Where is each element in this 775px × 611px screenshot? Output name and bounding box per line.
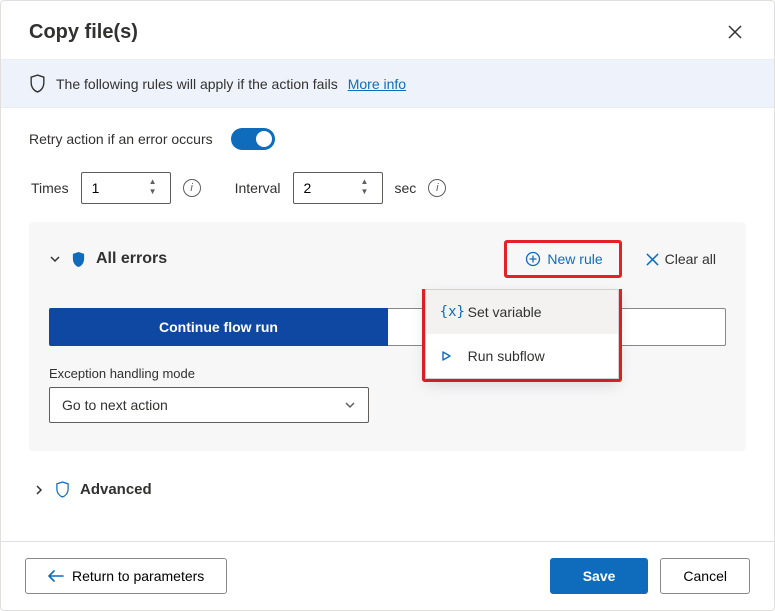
run-subflow-label: Run subflow	[468, 348, 545, 364]
play-icon	[440, 350, 458, 362]
retry-fields: Times ▲ ▼ i Interval ▲ ▼ sec i	[31, 172, 746, 204]
times-group: Times ▲ ▼ i	[31, 172, 201, 204]
all-errors-panel: All errors New rule {x}	[29, 222, 746, 451]
retry-toggle[interactable]	[231, 128, 275, 150]
info-text: The following rules will apply if the ac…	[56, 76, 338, 92]
return-label: Return to parameters	[72, 568, 204, 584]
info-banner: The following rules will apply if the ac…	[1, 59, 774, 108]
times-label: Times	[31, 180, 69, 196]
advanced-section-header[interactable]: Advanced	[33, 481, 744, 498]
chevron-right-icon	[33, 484, 45, 496]
mode-label: Exception handling mode	[49, 366, 726, 381]
save-button[interactable]: Save	[550, 558, 649, 594]
shield-outline-icon	[55, 481, 70, 498]
arrow-left-icon	[48, 570, 64, 582]
menu-item-set-variable[interactable]: {x} Set variable	[426, 290, 618, 334]
new-rule-menu-highlight: {x} Set variable Run subflow	[422, 289, 622, 382]
error-action-segmented: Continue flow run Throw error	[49, 308, 726, 346]
shield-icon	[29, 74, 46, 93]
dialog-header: Copy file(s)	[1, 1, 774, 59]
chevron-down-icon	[49, 253, 61, 265]
dialog-body: Retry action if an error occurs Times ▲ …	[1, 108, 774, 541]
set-variable-label: Set variable	[468, 304, 542, 320]
interval-label: Interval	[235, 180, 281, 196]
new-rule-label: New rule	[547, 251, 602, 267]
close-icon	[728, 25, 742, 39]
times-input[interactable]	[82, 173, 142, 203]
interval-input[interactable]	[294, 173, 354, 203]
times-spinner: ▲ ▼	[142, 178, 164, 198]
close-button[interactable]	[720, 17, 750, 47]
interval-group: Interval ▲ ▼ sec i	[235, 172, 447, 204]
retry-label: Retry action if an error occurs	[29, 131, 213, 147]
interval-down[interactable]: ▼	[354, 188, 376, 198]
times-down[interactable]: ▼	[142, 188, 164, 198]
cancel-button[interactable]: Cancel	[660, 558, 750, 594]
dialog-footer: Return to parameters Save Cancel	[1, 541, 774, 610]
shield-filled-icon	[71, 251, 86, 268]
advanced-title: Advanced	[80, 481, 152, 498]
more-info-link[interactable]: More info	[348, 76, 406, 92]
dialog-title: Copy file(s)	[29, 21, 138, 44]
interval-info-icon[interactable]: i	[428, 179, 446, 197]
mode-value: Go to next action	[62, 397, 168, 413]
times-input-wrapper: ▲ ▼	[81, 172, 171, 204]
errors-header-right: New rule {x} Set variable	[504, 240, 726, 278]
cancel-label: Cancel	[683, 568, 727, 584]
interval-spinner: ▲ ▼	[354, 178, 376, 198]
errors-title: All errors	[96, 250, 167, 268]
return-to-parameters-button[interactable]: Return to parameters	[25, 558, 227, 594]
save-label: Save	[583, 568, 616, 584]
times-info-icon[interactable]: i	[183, 179, 201, 197]
clear-all-label: Clear all	[665, 251, 716, 267]
x-icon	[646, 253, 659, 266]
clear-all-button[interactable]: Clear all	[636, 245, 726, 273]
interval-unit: sec	[395, 180, 417, 196]
errors-header-left[interactable]: All errors	[49, 250, 167, 268]
new-rule-highlight: New rule {x} Set variable	[504, 240, 621, 278]
chevron-down-icon	[344, 399, 356, 411]
menu-item-run-subflow[interactable]: Run subflow	[426, 334, 618, 378]
exception-mode-select[interactable]: Go to next action	[49, 387, 369, 423]
new-rule-button[interactable]: New rule	[515, 245, 612, 273]
variable-icon: {x}	[440, 304, 458, 320]
seg-continue-label: Continue flow run	[159, 319, 278, 335]
seg-continue-flow-run[interactable]: Continue flow run	[49, 308, 388, 346]
retry-toggle-row: Retry action if an error occurs	[29, 128, 746, 150]
plus-circle-icon	[525, 251, 541, 267]
errors-header: All errors New rule {x}	[49, 240, 726, 278]
new-rule-menu: {x} Set variable Run subflow	[425, 289, 619, 379]
interval-input-wrapper: ▲ ▼	[293, 172, 383, 204]
